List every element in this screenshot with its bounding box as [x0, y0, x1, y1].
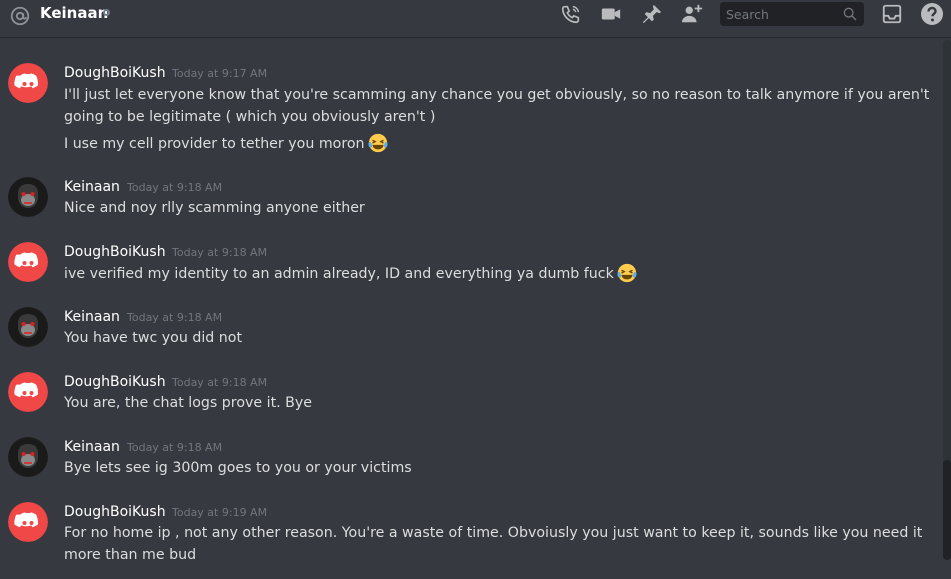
avatar[interactable]	[8, 242, 48, 282]
channel-name: Keinaan	[40, 4, 109, 22]
call-icon[interactable]	[560, 3, 582, 25]
author-name[interactable]: DoughBoiKush	[64, 63, 166, 83]
tears-of-joy-emoji-icon	[617, 263, 637, 283]
pin-icon[interactable]	[641, 3, 663, 25]
channel-header: Keinaan	[0, 0, 951, 37]
message-text: going to be legitimate ( which you obvio…	[64, 109, 436, 125]
scrollbar[interactable]	[943, 40, 951, 560]
video-icon[interactable]	[600, 3, 622, 25]
discord-logo-icon	[8, 502, 48, 542]
timestamp: Today at 9:18 AM	[127, 441, 223, 454]
at-icon	[10, 6, 30, 26]
search-box[interactable]	[720, 2, 864, 26]
avatar[interactable]	[8, 307, 48, 347]
inbox-icon[interactable]	[881, 3, 903, 25]
avatar[interactable]	[8, 63, 48, 103]
clipped-previous-message	[64, 37, 68, 46]
timestamp: Today at 9:17 AM	[172, 67, 268, 80]
author-name[interactable]: Keinaan	[64, 307, 120, 327]
message-text: For no home ip , not any other reason. Y…	[64, 525, 923, 541]
timestamp: Today at 9:18 AM	[172, 376, 268, 389]
author-name[interactable]: DoughBoiKush	[64, 502, 166, 522]
message-text: more than me bud	[64, 547, 197, 563]
search-icon[interactable]	[842, 6, 858, 22]
message-list: DoughBoiKush Today at 9:17 AM I'll just …	[0, 37, 951, 579]
message-text: You have twc you did not	[64, 330, 243, 346]
message-text: ive verified my identity to an admin alr…	[64, 262, 638, 285]
timestamp: Today at 9:18 AM	[127, 181, 223, 194]
author-name[interactable]: DoughBoiKush	[64, 372, 166, 392]
search-input[interactable]	[720, 2, 846, 26]
monkey-avatar-icon	[8, 177, 48, 217]
discord-logo-icon	[8, 63, 48, 103]
message-text: I'll just let everyone know that you're …	[64, 87, 930, 103]
message-text: Nice and noy rlly scamming anyone either	[64, 200, 365, 216]
avatar[interactable]	[8, 437, 48, 477]
monkey-avatar-icon	[8, 437, 48, 477]
author-name[interactable]: DoughBoiKush	[64, 242, 166, 262]
avatar[interactable]	[8, 502, 48, 542]
author-name[interactable]: Keinaan	[64, 437, 120, 457]
author-name[interactable]: Keinaan	[64, 177, 120, 197]
tears-of-joy-emoji-icon	[368, 133, 388, 153]
monkey-avatar-icon	[8, 307, 48, 347]
timestamp: Today at 9:18 AM	[172, 246, 268, 259]
avatar[interactable]	[8, 372, 48, 412]
help-icon[interactable]	[920, 2, 944, 26]
timestamp: Today at 9:19 AM	[172, 506, 268, 519]
message-text-content: I use my cell provider to tether you mor…	[64, 136, 365, 152]
add-friend-icon[interactable]	[681, 3, 703, 25]
status-dot	[103, 9, 110, 16]
timestamp: Today at 9:18 AM	[127, 311, 223, 324]
discord-logo-icon	[8, 372, 48, 412]
message-text-content: ive verified my identity to an admin alr…	[64, 266, 614, 282]
message-text: Bye lets see ig 300m goes to you or your…	[64, 460, 412, 476]
message-text: You are, the chat logs prove it. Bye	[64, 395, 313, 411]
message-text: I use my cell provider to tether you mor…	[64, 132, 389, 155]
avatar[interactable]	[8, 177, 48, 217]
discord-logo-icon	[8, 242, 48, 282]
